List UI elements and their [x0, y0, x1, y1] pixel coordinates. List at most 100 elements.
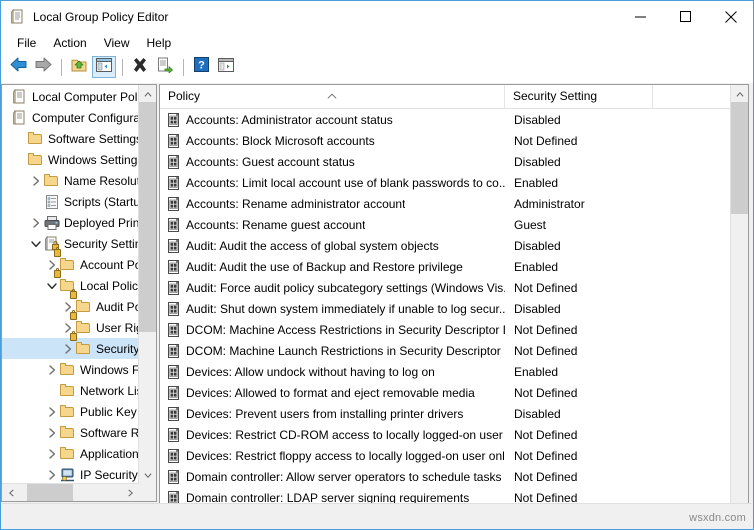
cell-policy: Accounts: Block Microsoft accounts: [160, 133, 505, 149]
chevron-right-icon[interactable]: [60, 341, 76, 357]
tree-item[interactable]: Network List Manager Policies: [2, 380, 139, 401]
forward-button[interactable]: [31, 56, 55, 78]
help-button[interactable]: ?: [189, 56, 213, 78]
policy-setting-icon: [166, 280, 182, 296]
table-row[interactable]: Audit: Shut down system immediately if u…: [160, 298, 731, 319]
maximize-button[interactable]: [663, 1, 708, 32]
chevron-right-icon[interactable]: [44, 404, 60, 420]
tree-scroll-down-button[interactable]: [139, 467, 156, 484]
tree-item[interactable]: Security Options: [2, 330, 139, 359]
table-row[interactable]: Devices: Restrict CD-ROM access to local…: [160, 424, 731, 445]
folder-icon: [60, 425, 76, 441]
cell-security-setting: Not Defined: [514, 448, 578, 463]
policy-name: DCOM: Machine Launch Restrictions in Sec…: [186, 343, 505, 358]
ip-security-icon: [60, 467, 76, 483]
chevron-right-icon[interactable]: [44, 425, 60, 441]
tree-item[interactable]: Software Restriction Policies: [2, 422, 139, 443]
back-button[interactable]: [6, 56, 30, 78]
menu-view[interactable]: View: [96, 34, 139, 53]
chevron-right-icon[interactable]: [28, 173, 44, 189]
folder-lock-icon: [70, 330, 92, 357]
table-row[interactable]: Accounts: Rename guest account Guest: [160, 214, 731, 235]
table-row[interactable]: Accounts: Limit local account use of bla…: [160, 172, 731, 193]
policy-name: Devices: Allow undock without having to …: [186, 364, 435, 379]
table-row[interactable]: DCOM: Machine Access Restrictions in Sec…: [160, 319, 731, 340]
chevron-right-icon[interactable]: [44, 446, 60, 462]
cell-security-setting: Disabled: [514, 154, 561, 169]
table-row[interactable]: DCOM: Machine Launch Restrictions in Sec…: [160, 340, 731, 361]
tree-item-label: Windows Firewall with Advanced Security: [80, 362, 139, 377]
tree-scroll-right-button[interactable]: [122, 484, 139, 501]
chevron-right-icon[interactable]: [44, 362, 60, 378]
table-row[interactable]: Audit: Audit the use of Backup and Resto…: [160, 256, 731, 277]
tree-item[interactable]: Software Settings: [2, 128, 139, 149]
table-row[interactable]: Accounts: Administrator account status Di…: [160, 109, 731, 130]
title-bar: Local Group Policy Editor: [1, 1, 753, 32]
export-list-button[interactable]: [153, 56, 177, 78]
chevron-down-icon[interactable]: [44, 278, 60, 294]
tree-scroll-up-button[interactable]: [139, 85, 156, 102]
table-row[interactable]: Devices: Allowed to format and eject rem…: [160, 382, 731, 403]
cell-policy: Accounts: Rename administrator account: [160, 196, 505, 212]
list-scroll-thumb[interactable]: [731, 102, 748, 214]
tree-hscroll-thumb[interactable]: [27, 484, 73, 501]
table-row[interactable]: Accounts: Rename administrator account Ad…: [160, 193, 731, 214]
column-header-policy[interactable]: Policy: [160, 85, 505, 108]
cell-policy: Accounts: Rename guest account: [160, 217, 505, 233]
list-scroll-up-button[interactable]: [731, 85, 748, 102]
delete-x-icon: [132, 57, 148, 78]
table-row[interactable]: Audit: Force audit policy subcategory se…: [160, 277, 731, 298]
twisty-placeholder: [2, 110, 12, 126]
table-row[interactable]: Audit: Audit the access of global system…: [160, 235, 731, 256]
tree-scroll-left-button[interactable]: [2, 484, 19, 501]
delete-button[interactable]: [128, 56, 152, 78]
tree-vertical-scrollbar[interactable]: [138, 85, 156, 484]
tree-item[interactable]: Computer Configuration: [2, 107, 139, 128]
chevron-right-icon[interactable]: [28, 215, 44, 231]
minimize-button[interactable]: [618, 1, 663, 32]
column-header-security-setting[interactable]: Security Setting: [505, 85, 653, 108]
policy-name: Devices: Allowed to format and eject rem…: [186, 385, 475, 400]
folder-lock-icon: [70, 309, 92, 336]
tree-item[interactable]: Application Control Policies: [2, 443, 139, 464]
cell-policy: Devices: Allow undock without having to …: [160, 364, 505, 380]
view-pane-icon: [218, 57, 234, 77]
table-row[interactable]: Devices: Restrict floppy access to local…: [160, 445, 731, 466]
cell-security-setting: Guest: [514, 217, 547, 232]
show-hide-tree-button[interactable]: [92, 56, 116, 78]
cell-security-setting: Not Defined: [514, 322, 578, 337]
cell-security-setting: Disabled: [514, 112, 561, 127]
up-one-level-button[interactable]: [67, 56, 91, 78]
tree-item[interactable]: IP Security Policies on Local Computer: [2, 464, 139, 484]
cell-security-setting: Disabled: [514, 301, 561, 316]
menu-help[interactable]: Help: [139, 34, 181, 53]
tree-item[interactable]: Name Resolution Policy: [2, 170, 139, 191]
close-button[interactable]: [708, 1, 753, 32]
menu-action[interactable]: Action: [45, 34, 95, 53]
chevron-down-icon[interactable]: [28, 236, 44, 252]
tree-item[interactable]: Local Computer Policy: [2, 86, 139, 107]
policy-setting-icon: [166, 322, 182, 338]
tree-item[interactable]: Account Policies: [2, 246, 139, 275]
tree-item[interactable]: Scripts (Startup/Shutdown): [2, 191, 139, 212]
table-row[interactable]: Devices: Prevent users from installing p…: [160, 403, 731, 424]
column-header-extra[interactable]: [653, 85, 730, 108]
tree-scroll-thumb[interactable]: [139, 102, 156, 332]
tree-item[interactable]: Windows Firewall with Advanced Security: [2, 359, 139, 380]
tree-item[interactable]: Windows Settings: [2, 149, 139, 170]
cell-security-setting: Disabled: [514, 238, 561, 253]
list-vertical-scrollbar[interactable]: [730, 85, 748, 526]
menu-file[interactable]: File: [9, 34, 45, 53]
tree-horizontal-scrollbar[interactable]: [2, 483, 139, 501]
table-row[interactable]: Domain controller: Allow server operator…: [160, 466, 731, 487]
tree-item[interactable]: Deployed Printers: [2, 212, 139, 233]
chevron-right-icon[interactable]: [44, 467, 60, 483]
view-options-button[interactable]: [214, 56, 238, 78]
tree-item[interactable]: Security Settings: [2, 233, 139, 254]
table-row[interactable]: Accounts: Block Microsoft accounts Not De…: [160, 130, 731, 151]
table-row[interactable]: Devices: Allow undock without having to …: [160, 361, 731, 382]
policy-rows: Accounts: Administrator account status Di…: [160, 109, 731, 505]
table-row[interactable]: Accounts: Guest account status Disabled: [160, 151, 731, 172]
tree-item[interactable]: Public Key Policies: [2, 401, 139, 422]
help-question-icon: ?: [193, 57, 209, 77]
